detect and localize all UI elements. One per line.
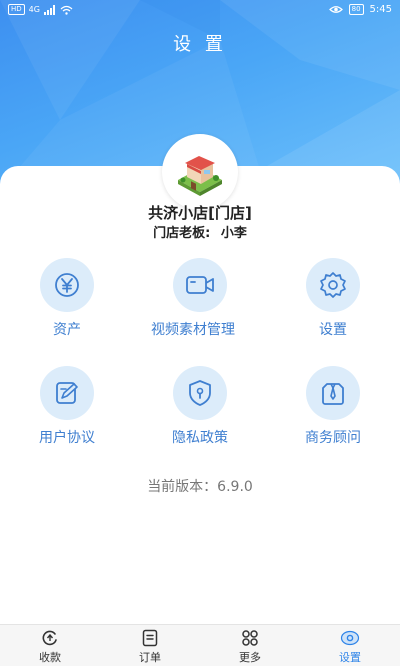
grid-label-video-materials: 视频素材管理 bbox=[151, 322, 235, 338]
tab-settings[interactable]: 设置 bbox=[300, 625, 400, 666]
shield-lock-icon bbox=[173, 366, 227, 420]
edit-document-icon bbox=[40, 366, 94, 420]
wifi-icon bbox=[60, 5, 73, 15]
grid-item-user-agreement[interactable]: 用户协议 bbox=[12, 366, 122, 448]
tab-label-more: 更多 bbox=[239, 651, 261, 664]
grid-item-business-advisor[interactable]: 商务顾问 bbox=[278, 366, 388, 448]
grid-label-settings: 设置 bbox=[319, 322, 347, 338]
grid-label-privacy-policy: 隐私政策 bbox=[172, 430, 228, 446]
tab-label-settings: 设置 bbox=[339, 651, 361, 664]
grid-item-settings[interactable]: 设置 bbox=[278, 258, 388, 340]
owner-label: 门店老板: bbox=[153, 226, 211, 241]
store-avatar[interactable] bbox=[162, 134, 238, 210]
tab-more[interactable]: 更多 bbox=[200, 625, 300, 666]
signal-icon bbox=[43, 4, 55, 15]
tab-receive-payment[interactable]: 收款 bbox=[0, 625, 100, 666]
grid-label-user-agreement: 用户协议 bbox=[39, 430, 95, 446]
bottom-tabbar: 收款 订单 更多 设置 bbox=[0, 624, 400, 666]
owner-row: 门店老板: 小李 bbox=[0, 222, 400, 241]
tab-label-receive-payment: 收款 bbox=[39, 651, 61, 664]
clock: 5:45 bbox=[369, 4, 392, 15]
yuan-icon bbox=[40, 258, 94, 312]
video-icon bbox=[173, 258, 227, 312]
grid-label-business-advisor: 商务顾问 bbox=[305, 430, 361, 446]
version-text: 当前版本：6.9.0 bbox=[147, 479, 253, 495]
gear-icon bbox=[306, 258, 360, 312]
hd-indicator: HD bbox=[8, 4, 25, 15]
advisor-tie-icon bbox=[306, 366, 360, 420]
battery-indicator: 80 bbox=[348, 4, 364, 15]
store-name: 共济小店[门店] bbox=[148, 204, 252, 222]
more-grid-icon bbox=[240, 629, 260, 647]
eye-icon bbox=[328, 6, 343, 13]
status-bar: HD 4G 80 5:45 bbox=[0, 0, 400, 22]
store-icon bbox=[178, 156, 222, 196]
tab-orders[interactable]: 订单 bbox=[100, 625, 200, 666]
owner-name: 小李 bbox=[220, 226, 247, 241]
grid-item-privacy-policy[interactable]: 隐私政策 bbox=[145, 366, 255, 448]
grid-item-video-materials[interactable]: 视频素材管理 bbox=[145, 258, 255, 340]
grid-label-assets: 资产 bbox=[53, 322, 81, 338]
tab-label-orders: 订单 bbox=[139, 651, 161, 664]
settings-tab-icon bbox=[340, 629, 360, 647]
grid-item-assets[interactable]: 资产 bbox=[12, 258, 122, 340]
order-list-icon bbox=[140, 629, 160, 647]
network-type: 4G bbox=[28, 5, 40, 14]
page-title: 设 置 bbox=[173, 34, 227, 55]
receive-payment-icon bbox=[40, 629, 60, 647]
